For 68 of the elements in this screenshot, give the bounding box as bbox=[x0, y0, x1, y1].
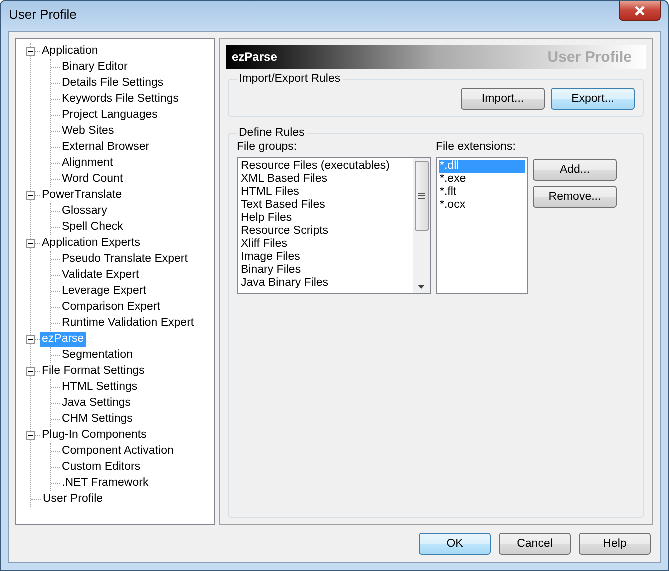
tree-item[interactable]: File Format Settings bbox=[40, 364, 147, 378]
tree-item[interactable]: Glossary bbox=[60, 204, 110, 218]
list-item[interactable]: Resource Scripts bbox=[240, 225, 411, 238]
tree-item[interactable]: External Browser bbox=[60, 140, 152, 154]
tree-item[interactable]: Component Activation bbox=[60, 444, 176, 458]
tree-item[interactable]: Keywords File Settings bbox=[60, 92, 181, 106]
tree-item[interactable]: Spell Check bbox=[60, 220, 126, 234]
list-item[interactable]: Resource Files (executables) bbox=[240, 160, 411, 173]
cancel-button[interactable]: Cancel bbox=[499, 533, 571, 555]
scrollbar[interactable] bbox=[413, 158, 430, 293]
help-button[interactable]: Help bbox=[579, 533, 651, 555]
collapse-icon[interactable] bbox=[26, 238, 35, 248]
list-label: File groups: bbox=[237, 141, 298, 153]
tree-item[interactable]: .NET Framework bbox=[60, 476, 151, 490]
remove-button[interactable]: Remove... bbox=[533, 186, 617, 208]
tree-item[interactable]: Application Experts bbox=[40, 236, 142, 250]
tree-item[interactable]: Validate Expert bbox=[60, 268, 142, 282]
collapse-icon[interactable] bbox=[26, 334, 35, 344]
import-button[interactable]: Import... bbox=[461, 88, 545, 110]
list-item[interactable]: *.ocx bbox=[439, 199, 525, 212]
tree-item[interactable]: Runtime Validation Expert bbox=[60, 316, 196, 330]
file-groups-list[interactable]: Resource Files (executables) XML Based Files HTML Files Text Based Files Help Files Resource Scripts Xliff Files Image Files Binary Files Java Binary Files bbox=[237, 157, 431, 294]
ok-button[interactable]: OK bbox=[419, 533, 491, 555]
file-extensions-list[interactable]: *.dll *.exe *.flt *.ocx bbox=[436, 157, 528, 294]
tree-item[interactable]: Custom Editors bbox=[60, 460, 143, 474]
list-item[interactable]: *.flt bbox=[439, 186, 525, 199]
collapse-icon[interactable] bbox=[26, 366, 35, 376]
tree-item[interactable]: Details File Settings bbox=[60, 76, 166, 90]
list-item[interactable]: HTML Files bbox=[240, 186, 411, 199]
tree-item[interactable]: User Profile bbox=[41, 492, 106, 506]
scroll-down-icon[interactable] bbox=[418, 285, 425, 289]
grip-icon[interactable] bbox=[418, 192, 425, 198]
tree-item[interactable]: Project Languages bbox=[60, 108, 160, 122]
tree-item[interactable]: PowerTranslate bbox=[40, 188, 124, 202]
list-item[interactable]: Help Files bbox=[240, 212, 411, 225]
tree-item[interactable]: Comparison Expert bbox=[60, 300, 162, 314]
list-item[interactable]: Image Files bbox=[240, 251, 411, 264]
tree-item[interactable]: CHM Settings bbox=[60, 412, 135, 426]
add-button[interactable]: Add... bbox=[533, 159, 617, 181]
tree-item[interactable]: Web Sites bbox=[60, 124, 116, 138]
tree-item[interactable]: HTML Settings bbox=[60, 380, 140, 394]
banner-caption: User Profile bbox=[548, 48, 632, 66]
tree-item[interactable]: Java Settings bbox=[60, 396, 134, 410]
list-item[interactable]: *.exe bbox=[439, 173, 525, 186]
tree-item[interactable]: Application bbox=[40, 44, 100, 58]
group-title: Import/Export Rules bbox=[238, 73, 342, 85]
tree-item[interactable]: Alignment bbox=[60, 156, 116, 170]
tree-item[interactable]: Leverage Expert bbox=[60, 284, 148, 298]
close-icon bbox=[634, 6, 646, 16]
tree-item[interactable]: Binary Editor bbox=[60, 60, 130, 74]
tree-item[interactable]: Pseudo Translate Expert bbox=[60, 252, 190, 266]
export-button[interactable]: Export... bbox=[551, 88, 635, 110]
group-title: Define Rules bbox=[238, 127, 306, 139]
close-button[interactable] bbox=[619, 1, 661, 21]
tree-item[interactable]: Word Count bbox=[60, 172, 126, 186]
list-item[interactable]: Java Binary Files bbox=[240, 277, 411, 290]
collapse-icon[interactable] bbox=[26, 190, 35, 200]
list-item[interactable]: Xliff Files bbox=[240, 238, 411, 251]
list-item[interactable]: Binary Files bbox=[240, 264, 411, 277]
collapse-icon[interactable] bbox=[26, 430, 35, 440]
tree-item[interactable]: Segmentation bbox=[60, 348, 135, 362]
list-item[interactable]: Text Based Files bbox=[240, 199, 411, 212]
window-title: User Profile bbox=[9, 7, 77, 22]
section-title: ezParse bbox=[232, 50, 278, 64]
list-label: File extensions: bbox=[436, 141, 517, 153]
list-item[interactable]: XML Based Files bbox=[240, 173, 411, 186]
collapse-icon[interactable] bbox=[26, 46, 35, 56]
tree-item[interactable]: Plug-In Components bbox=[40, 428, 149, 442]
